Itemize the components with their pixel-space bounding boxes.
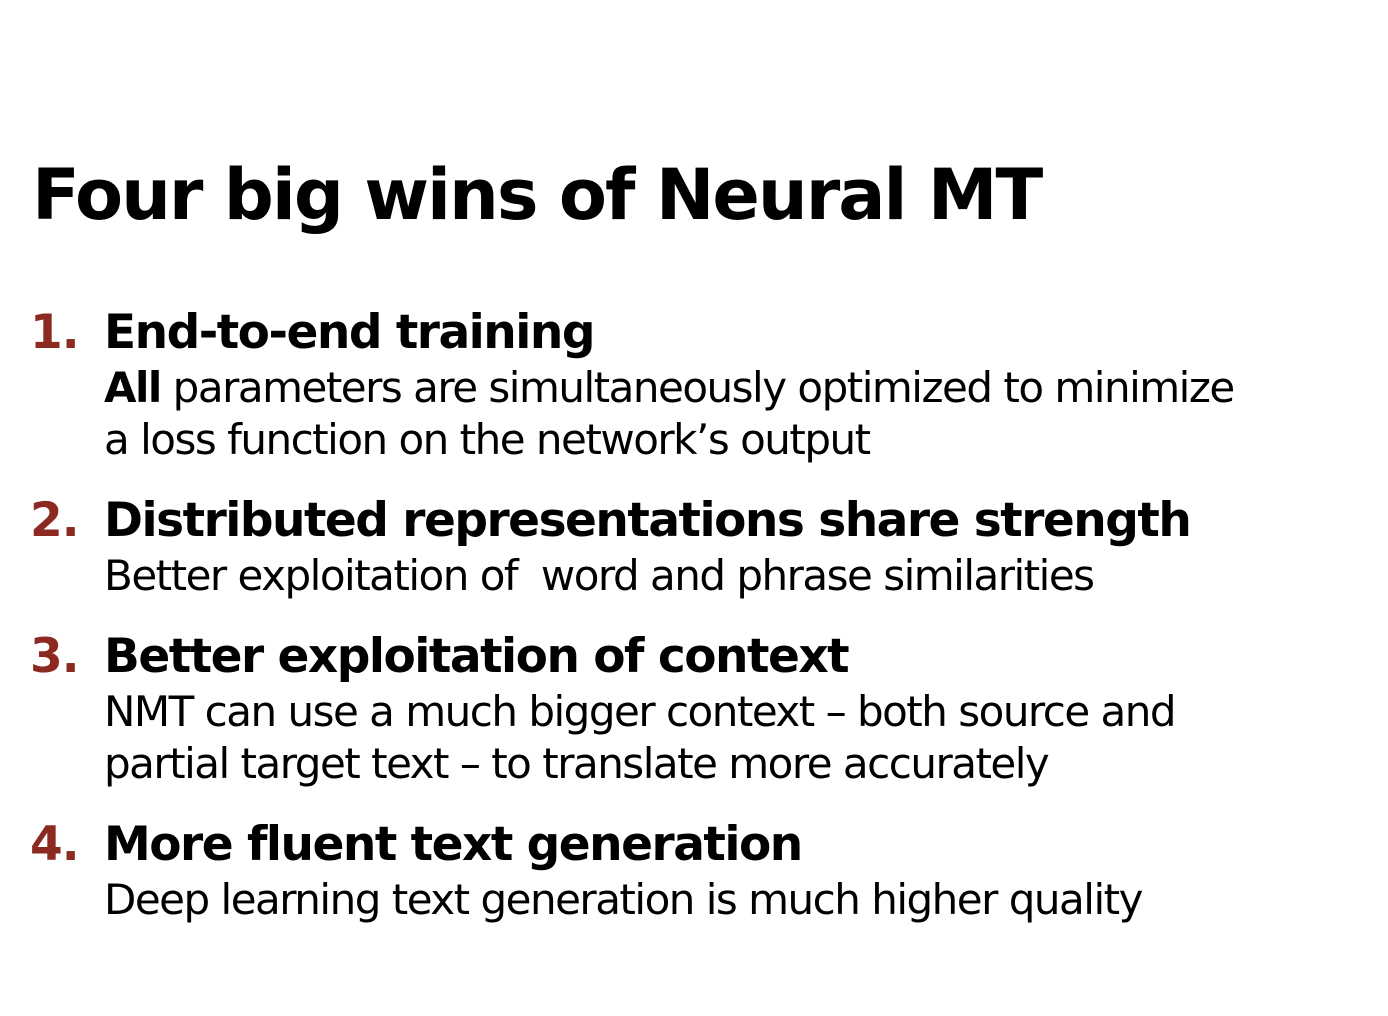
item-description-line: Deep learning text generation is much hi… — [104, 875, 1143, 924]
list-item-exploitation-of-context: 3. Better exploitation of context NMT ca… — [30, 628, 1380, 790]
list-item-fluent-text-generation: 4. More fluent text generation Deep lear… — [30, 816, 1380, 926]
item-description-line: partial target text – to translate more … — [104, 739, 1050, 788]
item-description-text: parameters are simultaneously optimized … — [172, 363, 1236, 412]
item-number: 4. — [30, 817, 80, 872]
emphasis-text: All — [104, 363, 162, 412]
item-number: 2. — [30, 493, 80, 548]
wins-list: 1. End-to-end training All parameters ar… — [30, 304, 1380, 952]
item-number: 3. — [30, 629, 80, 684]
item-number: 1. — [30, 305, 80, 360]
list-item-distributed-representations: 2. Distributed representations share str… — [30, 492, 1380, 602]
item-description-line: a loss function on the network’s output — [104, 415, 871, 464]
list-item-end-to-end-training: 1. End-to-end training All parameters ar… — [30, 304, 1380, 466]
item-description-line: NMT can use a much bigger context – both… — [104, 687, 1177, 736]
item-heading: End-to-end training — [104, 305, 595, 360]
item-heading: Better exploitation of context — [104, 629, 850, 684]
item-heading: More fluent text generation — [104, 817, 803, 872]
item-description-line: All parameters are simultaneously optimi… — [104, 362, 1380, 414]
item-description-line: Better exploitation of word and phrase s… — [104, 551, 1095, 600]
item-heading: Distributed representations share streng… — [104, 493, 1192, 548]
slide-title: Four big wins of Neural MT — [32, 154, 1043, 236]
